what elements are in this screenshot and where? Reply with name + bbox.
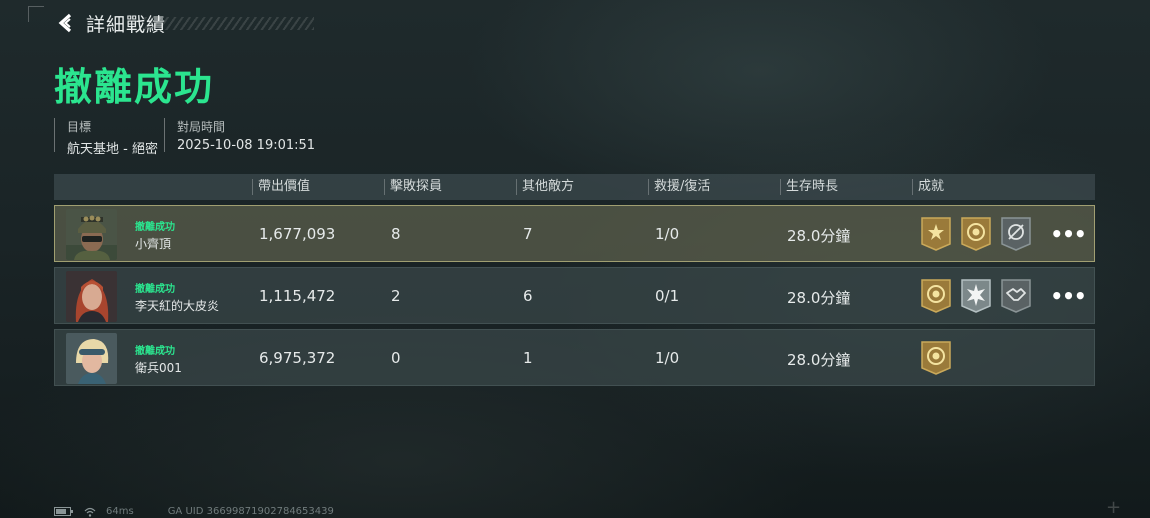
back-button[interactable] — [54, 11, 78, 35]
more-options-button[interactable]: ••• — [1050, 224, 1086, 244]
rescue-count: 1/0 — [655, 349, 680, 367]
battery-icon — [54, 507, 73, 516]
column-header-achievements: 成就 — [912, 179, 944, 195]
table-row[interactable]: 撤離成功 衛兵001 6,975,372 0 1 1/0 28.0分鐘 — [54, 329, 1095, 386]
rescue-count: 0/1 — [655, 287, 680, 305]
avatar — [66, 209, 117, 260]
extraction-result-title: 撤離成功 — [54, 65, 215, 109]
player-status: 撤離成功 — [135, 346, 175, 357]
player-status: 撤離成功 — [135, 222, 175, 233]
survival-time: 28.0分鐘 — [787, 351, 851, 369]
status-footer: 64ms GA UID 3669987190278465343​9 — [54, 506, 334, 517]
extracted-value: 1,115,472 — [259, 287, 336, 305]
column-header-value: 帶出價值 — [252, 179, 310, 195]
achievement-badges — [920, 278, 1032, 314]
column-header-rescue: 救援/復活 — [648, 179, 710, 195]
survival-time: 28.0分鐘 — [787, 289, 851, 307]
more-options-button[interactable]: ••• — [1050, 286, 1086, 306]
match-time-value: 2025-10-08 19:01:51 — [177, 138, 316, 153]
player-name: 衛兵001 — [135, 361, 182, 375]
kills-count: 2 — [391, 287, 401, 305]
extracted-value: 1,677,093 — [259, 225, 336, 243]
silver-burst-badge-icon[interactable] — [960, 278, 992, 314]
plus-mark: + — [1106, 497, 1122, 518]
extracted-value: 6,975,372 — [259, 349, 336, 367]
avatar — [66, 271, 117, 322]
avatar — [66, 333, 117, 384]
player-status: 撤離成功 — [135, 284, 175, 295]
ping-value: 64ms — [106, 506, 134, 517]
survival-time: 28.0分鐘 — [787, 227, 851, 245]
page-title: 詳細戰績 — [86, 13, 167, 36]
gray-target-badge-icon[interactable] — [1000, 216, 1032, 252]
other-enemies-count: 7 — [523, 225, 533, 243]
header: 詳細戰績 — [54, 10, 314, 36]
rescue-count: 1/0 — [655, 225, 680, 243]
other-enemies-count: 1 — [523, 349, 533, 367]
achievement-badges — [920, 216, 1032, 252]
player-name: 李天紅的大皮炎 — [135, 299, 220, 313]
column-header-survival: 生存時長 — [780, 179, 838, 195]
target-info: 目標 航天基地 - 絕密 — [54, 118, 158, 157]
stats-table: 帶出價值 擊敗探員 其他敵方 救援/復活 生存時長 成就 撤離成功 小齊頂 1,… — [54, 174, 1095, 386]
chevron-left-icon — [58, 13, 72, 33]
column-header-other-enemies: 其他敵方 — [516, 179, 574, 195]
uid-value: GA UID 3669987190278465343​9 — [167, 506, 334, 517]
player-name: 小齊頂 — [135, 237, 172, 251]
gold-star-badge-icon[interactable] — [920, 216, 952, 252]
gold-coin-badge-icon[interactable] — [960, 216, 992, 252]
header-stripes — [142, 17, 314, 30]
match-time-info: 對局時間 2025-10-08 19:01:51 — [164, 118, 316, 153]
target-label: 目標 — [67, 120, 92, 134]
table-row[interactable]: 撤離成功 李天紅的大皮炎 1,115,472 2 6 0/1 28.0分鐘 ••… — [54, 267, 1095, 324]
table-row[interactable]: 撤離成功 小齊頂 1,677,093 8 7 1/0 28.0分鐘 ••• — [54, 205, 1095, 262]
target-value: 航天基地 - 絕密 — [67, 142, 158, 157]
achievement-badges — [920, 340, 952, 376]
corner-mark — [28, 6, 44, 22]
other-enemies-count: 6 — [523, 287, 533, 305]
match-time-label: 對局時間 — [177, 120, 226, 134]
gold-coin-badge-icon[interactable] — [920, 340, 952, 376]
column-header-kills: 擊敗探員 — [384, 179, 442, 195]
gold-coin-badge-icon[interactable] — [920, 278, 952, 314]
table-header: 帶出價值 擊敗探員 其他敵方 救援/復活 生存時長 成就 — [54, 174, 1095, 200]
wifi-icon — [84, 507, 96, 517]
kills-count: 0 — [391, 349, 401, 367]
gray-handshake-badge-icon[interactable] — [1000, 278, 1032, 314]
kills-count: 8 — [391, 225, 401, 243]
